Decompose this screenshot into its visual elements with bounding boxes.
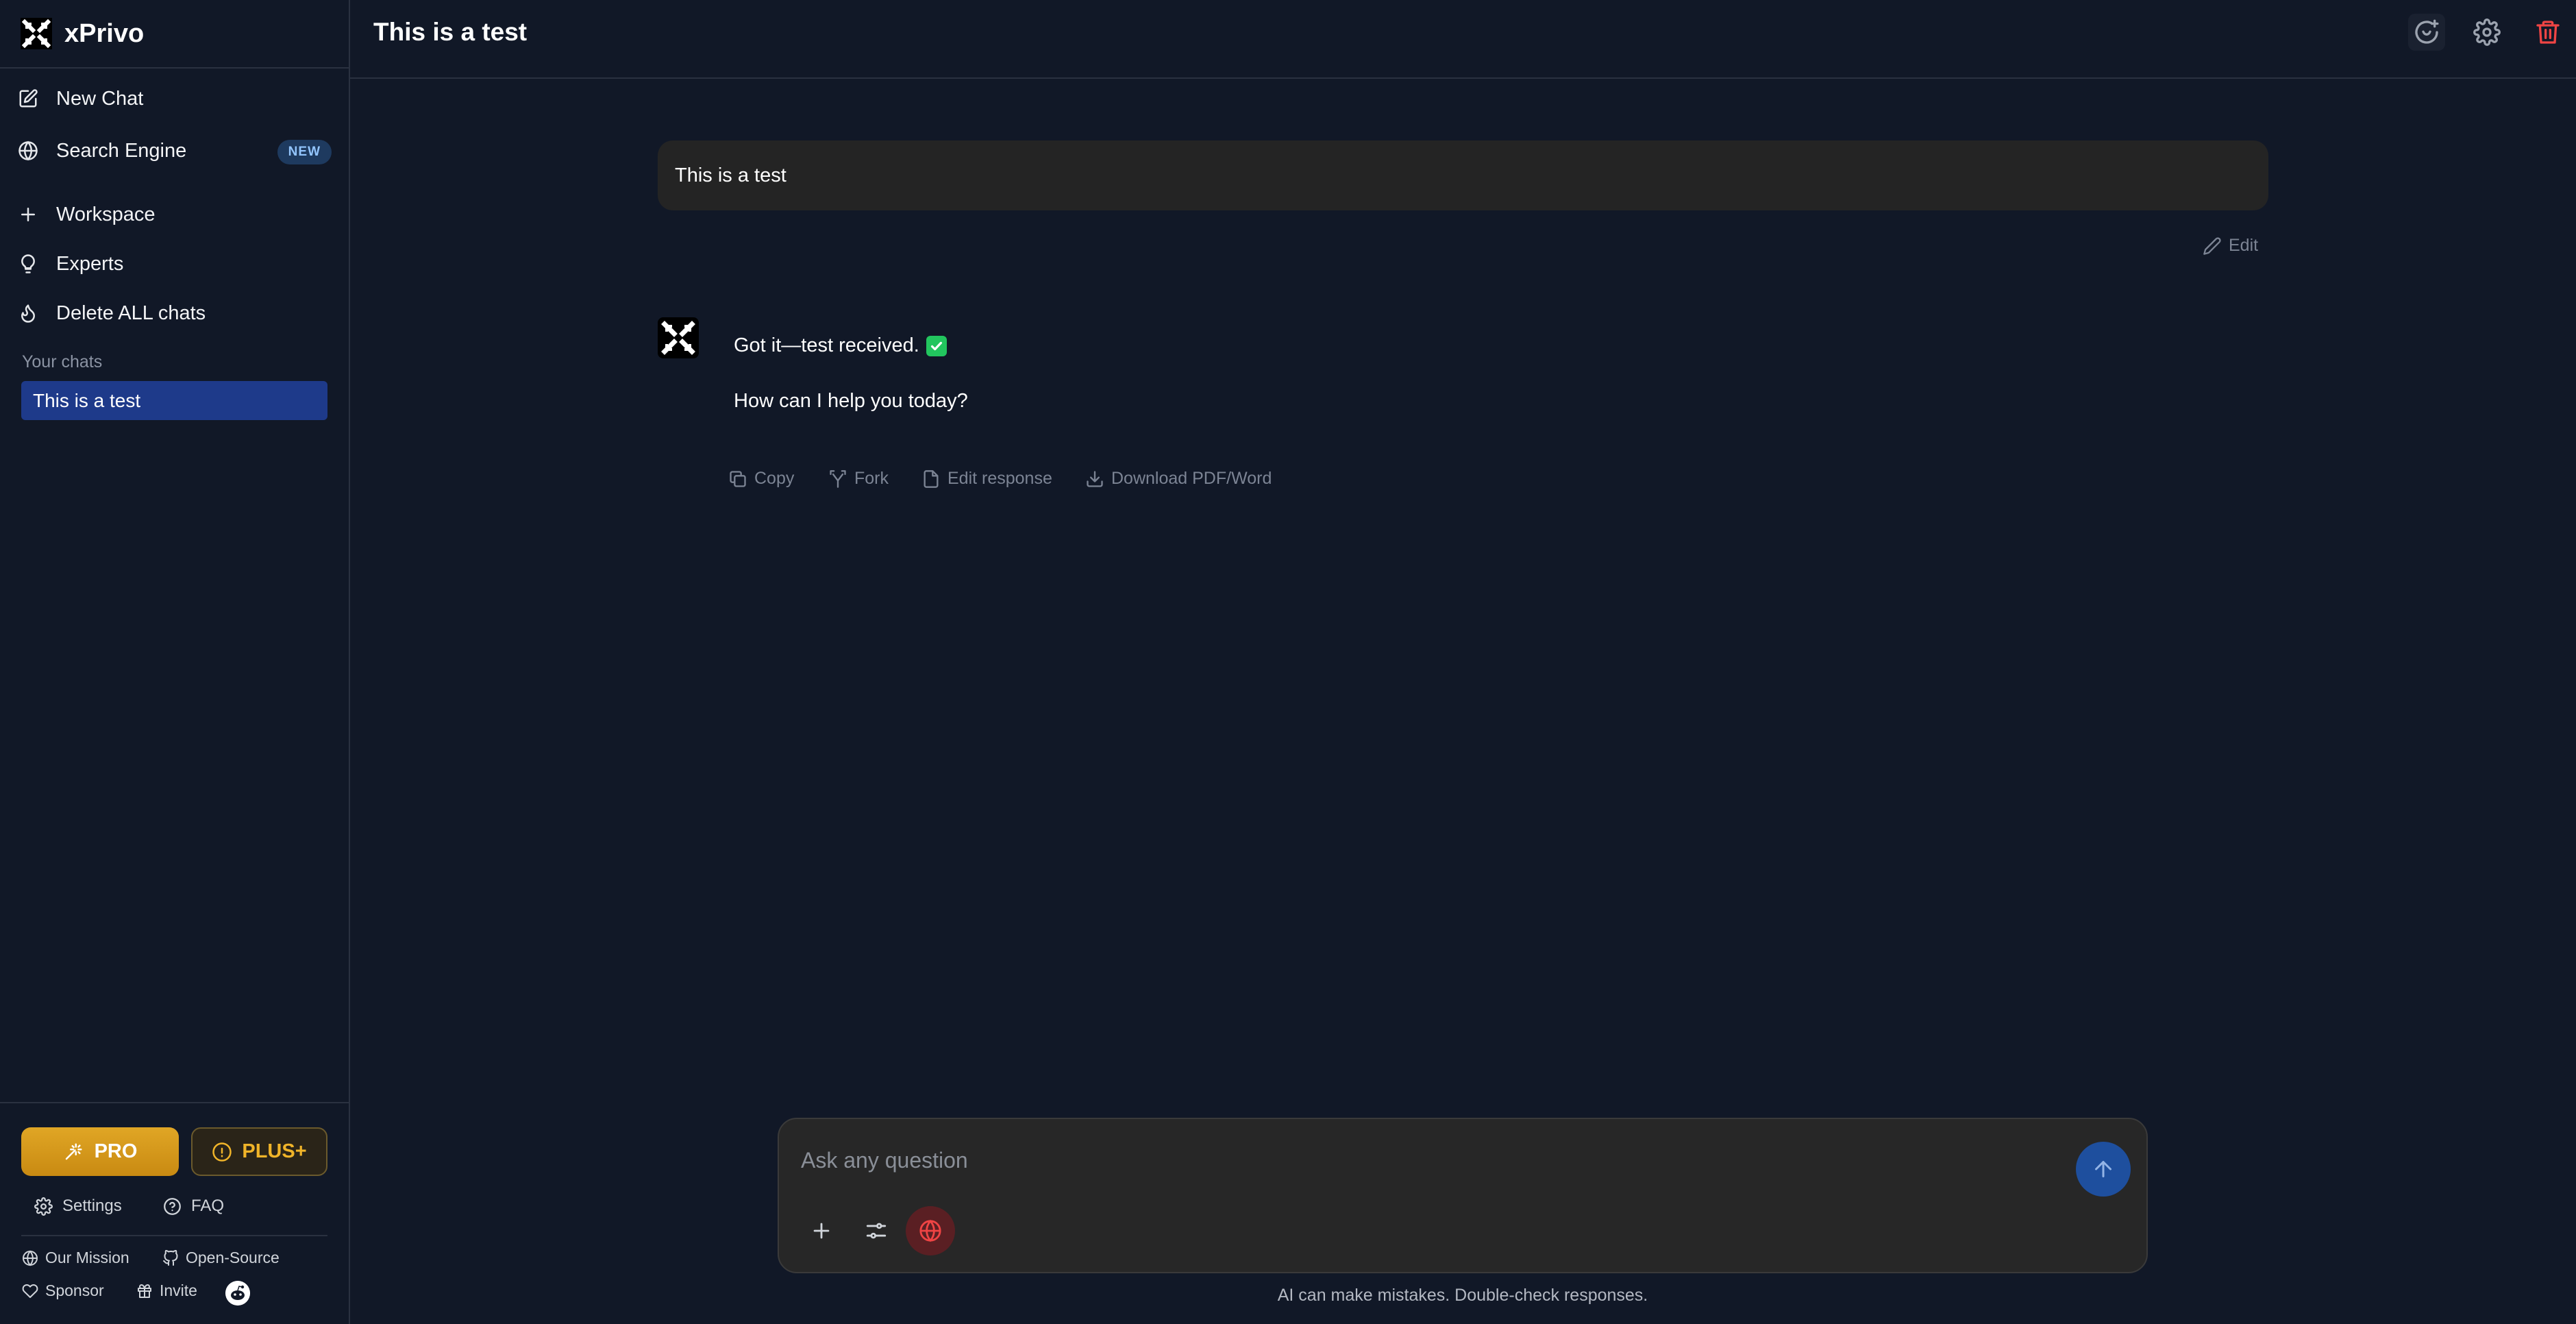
globe-icon bbox=[18, 140, 38, 161]
gear-icon bbox=[34, 1197, 53, 1216]
chat-history-item[interactable]: This is a test bbox=[21, 381, 327, 420]
fork-label: Fork bbox=[854, 469, 889, 488]
reddit-icon[interactable] bbox=[225, 1281, 250, 1305]
chats-section-label: Your chats bbox=[22, 352, 103, 371]
fork-icon bbox=[830, 469, 846, 488]
invite-link[interactable]: Invite bbox=[136, 1282, 197, 1300]
pro-label: PRO bbox=[94, 1140, 138, 1162]
download-label: Download PDF/Word bbox=[1111, 469, 1272, 488]
download-icon bbox=[1087, 470, 1103, 487]
plus-label: PLUS+ bbox=[242, 1140, 307, 1162]
copy-label: Copy bbox=[754, 469, 795, 488]
sidebar-item-delete-all-chats[interactable]: Delete ALL chats bbox=[14, 293, 336, 334]
attach-button[interactable] bbox=[797, 1206, 846, 1255]
sponsor-label: Sponsor bbox=[45, 1282, 104, 1299]
delete-chat-button[interactable] bbox=[2529, 14, 2566, 51]
globe-icon bbox=[919, 1219, 941, 1242]
gift-icon bbox=[138, 1284, 151, 1298]
trash-icon bbox=[2536, 21, 2560, 44]
sidebar-item-workspace[interactable]: Workspace bbox=[14, 194, 336, 235]
edit-label: Edit bbox=[2229, 236, 2259, 255]
open-source-label: Open-Source bbox=[186, 1249, 280, 1266]
gear-icon bbox=[2473, 19, 2501, 46]
page-title: This is a test bbox=[373, 18, 528, 46]
brand-name: xPrivo bbox=[64, 19, 145, 48]
sidebar-item-label: Delete ALL chats bbox=[56, 302, 206, 324]
help-circle-icon bbox=[164, 1197, 181, 1215]
pencil-icon bbox=[2203, 236, 2221, 255]
arrow-up-icon bbox=[2095, 1161, 2111, 1177]
invite-label: Invite bbox=[160, 1282, 197, 1299]
download-button[interactable]: Download PDF/Word bbox=[1085, 469, 1272, 489]
assistant-avatar-icon bbox=[658, 317, 699, 358]
message-input[interactable] bbox=[801, 1143, 1966, 1177]
options-button[interactable] bbox=[852, 1206, 901, 1255]
sidebar-item-label: New Chat bbox=[56, 87, 144, 110]
sidebar-item-search-engine[interactable]: Search Engine NEW bbox=[14, 130, 336, 171]
plus-button[interactable]: PLUS+ bbox=[191, 1127, 327, 1176]
open-source-link[interactable]: Open-Source bbox=[162, 1249, 280, 1267]
settings-link[interactable]: Settings bbox=[34, 1197, 122, 1216]
flame-icon bbox=[21, 304, 35, 323]
faq-label: FAQ bbox=[191, 1197, 225, 1215]
sparkle-wand-icon bbox=[65, 1143, 82, 1160]
faq-link[interactable]: FAQ bbox=[163, 1197, 224, 1216]
lightbulb-icon bbox=[21, 254, 35, 273]
disclaimer: AI can make mistakes. Double-check respo… bbox=[1277, 1286, 1648, 1305]
new-chat-header-button[interactable] bbox=[2408, 14, 2445, 51]
new-chat-icon bbox=[2415, 19, 2439, 44]
edit-icon bbox=[19, 89, 38, 108]
edit-message-button[interactable]: Edit bbox=[2203, 236, 2258, 256]
github-icon bbox=[163, 1249, 178, 1266]
assistant-message-line: Got it—test received. bbox=[734, 334, 947, 357]
info-icon bbox=[212, 1142, 232, 1162]
plus-icon bbox=[21, 208, 35, 221]
our-mission-label: Our Mission bbox=[45, 1249, 129, 1266]
sidebar-item-label: Experts bbox=[56, 252, 124, 275]
our-mission-link[interactable]: Our Mission bbox=[22, 1249, 129, 1267]
plus-icon bbox=[813, 1223, 830, 1239]
sidebar-item-experts[interactable]: Experts bbox=[14, 243, 336, 284]
brand[interactable]: xPrivo bbox=[21, 10, 144, 58]
user-message: This is a test bbox=[658, 140, 2268, 210]
sliders-icon bbox=[866, 1223, 887, 1239]
xprivo-logo-icon bbox=[21, 18, 52, 49]
sidebar-item-new-chat[interactable]: New Chat bbox=[14, 78, 336, 119]
fork-button[interactable]: Fork bbox=[828, 469, 889, 489]
sidebar-item-label: Workspace bbox=[56, 203, 156, 225]
copy-button[interactable]: Copy bbox=[728, 469, 794, 489]
divider bbox=[0, 1102, 349, 1103]
message-composer bbox=[778, 1118, 2148, 1273]
divider bbox=[21, 1235, 327, 1236]
globe-icon bbox=[23, 1249, 38, 1266]
sponsor-link[interactable]: Sponsor bbox=[22, 1282, 104, 1300]
web-search-toggle[interactable] bbox=[906, 1206, 955, 1255]
check-mark-button-icon bbox=[926, 335, 947, 356]
assistant-message-line: How can I help you today? bbox=[734, 390, 968, 412]
edit-response-label: Edit response bbox=[948, 469, 1052, 488]
file-icon bbox=[924, 469, 939, 488]
copy-icon bbox=[730, 470, 746, 487]
edit-response-button[interactable]: Edit response bbox=[921, 469, 1052, 489]
pro-button[interactable]: PRO bbox=[21, 1127, 179, 1176]
heart-icon bbox=[22, 1284, 38, 1298]
assistant-text: Got it—test received. bbox=[734, 334, 919, 356]
sidebar-item-label: Search Engine bbox=[56, 139, 187, 162]
settings-label: Settings bbox=[62, 1197, 122, 1215]
send-button[interactable] bbox=[2076, 1142, 2131, 1197]
sidebar: xPrivo New Chat Search Engine NEW Worksp… bbox=[0, 0, 350, 1324]
divider bbox=[0, 67, 349, 69]
settings-header-button[interactable] bbox=[2468, 14, 2505, 51]
new-badge: NEW bbox=[277, 140, 332, 164]
chat-header: This is a test bbox=[350, 0, 2576, 79]
